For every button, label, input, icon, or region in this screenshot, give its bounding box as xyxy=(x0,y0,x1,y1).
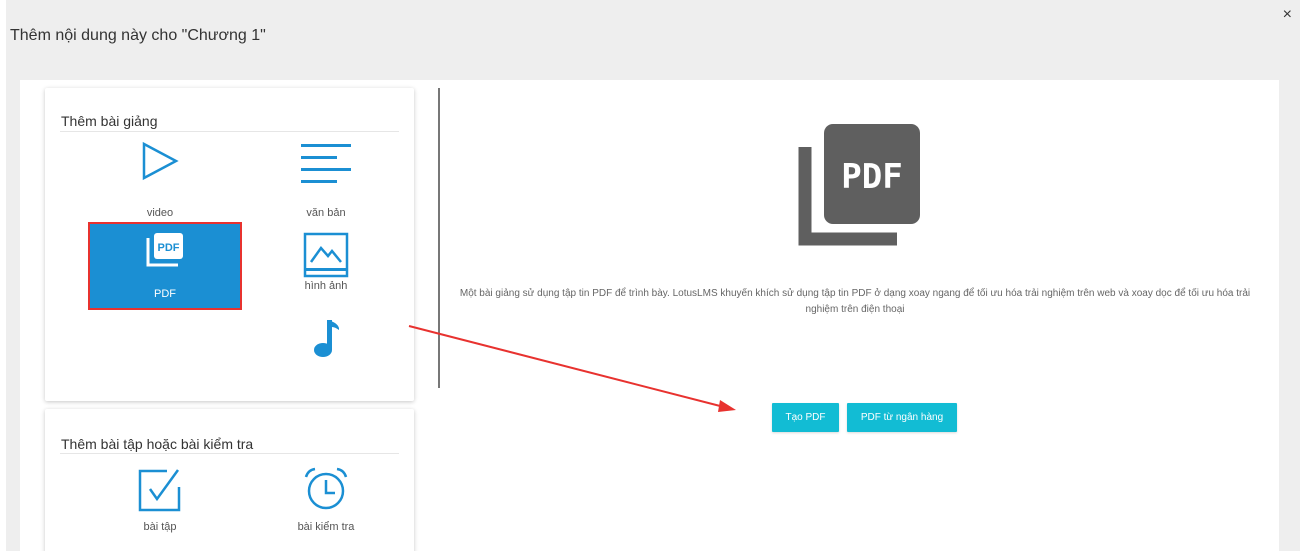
exercise-section-title: Thêm bài tập hoặc bài kiểm tra xyxy=(61,436,254,452)
pdf-large-icon-text: PDF xyxy=(841,157,902,197)
vertical-divider xyxy=(438,88,440,388)
checkbox-icon xyxy=(85,467,235,527)
lecture-card: Thêm bài giảng video văn bản PDF PDF hìn… xyxy=(45,88,414,401)
tile-video-label: video xyxy=(146,207,174,219)
lecture-divider xyxy=(60,131,399,132)
tile-image[interactable]: hình ảnh xyxy=(251,224,401,308)
svg-text:PDF: PDF xyxy=(158,242,180,254)
tile-exercise[interactable]: bài tập xyxy=(85,467,235,551)
modal-title: Thêm nội dung này cho "Chương 1" xyxy=(10,27,266,44)
pdf-icon: PDF xyxy=(90,232,240,292)
pdf-large-icon: PDF xyxy=(798,122,922,246)
exercise-divider xyxy=(60,453,399,454)
tile-pdf[interactable]: PDF PDF xyxy=(88,222,242,310)
create-pdf-button[interactable]: Tạo PDF xyxy=(772,403,839,432)
music-note-icon xyxy=(251,318,401,378)
exercise-card: Thêm bài tập hoặc bài kiểm tra bài tập b… xyxy=(45,409,414,551)
close-button[interactable]: × xyxy=(1283,7,1292,23)
tile-text-label: văn bản xyxy=(306,207,346,219)
tile-pdf-label: PDF xyxy=(154,288,176,300)
tile-quiz[interactable]: bài kiểm tra xyxy=(251,467,401,551)
text-lines-icon xyxy=(251,141,401,201)
lecture-section-title: Thêm bài giảng xyxy=(61,113,158,129)
tile-audio[interactable] xyxy=(251,318,401,402)
tile-exercise-label: bài tập xyxy=(143,521,177,533)
modal-content: Thêm bài giảng video văn bản PDF PDF hìn… xyxy=(20,80,1279,551)
tile-video[interactable]: video xyxy=(85,141,235,225)
tile-image-label: hình ảnh xyxy=(304,280,348,292)
tile-quiz-label: bài kiểm tra xyxy=(297,521,355,533)
pdf-description: Một bài giảng sử dụng tập tin PDF để trì… xyxy=(459,288,1251,315)
play-icon xyxy=(85,141,235,201)
tile-text[interactable]: văn bản xyxy=(251,141,401,225)
alarm-clock-icon xyxy=(251,467,401,527)
pdf-from-bank-button[interactable]: PDF từ ngân hàng xyxy=(847,403,957,432)
